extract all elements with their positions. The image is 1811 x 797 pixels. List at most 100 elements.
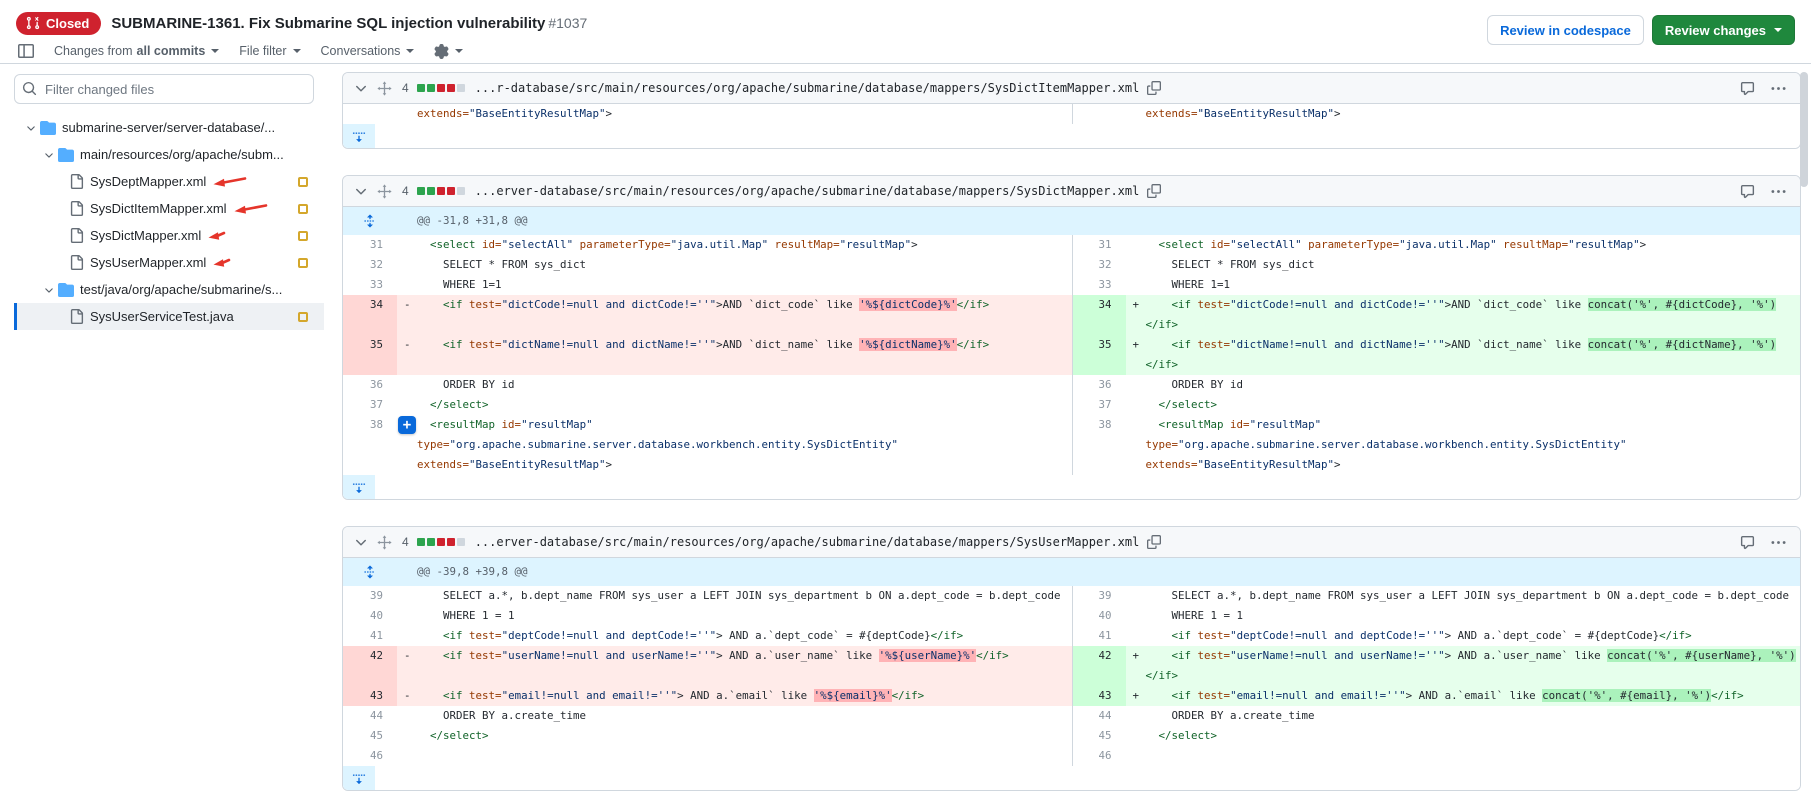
line-number[interactable]: [343, 104, 397, 124]
line-number[interactable]: 44: [343, 706, 397, 726]
tree-file-sysdeptmapper-xml[interactable]: SysDeptMapper.xml: [14, 168, 324, 195]
page-content: submarine-server/server-database/...main…: [0, 64, 1811, 797]
diffstat-square: [417, 187, 425, 195]
changes-from-dropdown[interactable]: Changes fromall commits: [54, 44, 219, 58]
line-number[interactable]: 41: [343, 626, 397, 646]
vertical-scrollbar[interactable]: [1800, 72, 1808, 187]
toggle-comments-button[interactable]: [1740, 81, 1755, 96]
tree-caret[interactable]: [23, 122, 38, 134]
file-filter-dropdown[interactable]: File filter: [239, 44, 300, 58]
search-icon: [22, 81, 37, 96]
expand-hunk-button[interactable]: [343, 207, 397, 235]
line-number[interactable]: 31: [1072, 235, 1126, 255]
line-number[interactable]: 34: [343, 295, 397, 335]
line-number[interactable]: 33: [1072, 275, 1126, 295]
line-number[interactable]: 42: [1072, 646, 1126, 686]
tree-file-sysdictitemmapper-xml[interactable]: SysDictItemMapper.xml: [14, 195, 324, 222]
conversations-dropdown[interactable]: Conversations: [321, 44, 415, 58]
review-changes-button[interactable]: Review changes: [1652, 15, 1795, 45]
line-number[interactable]: 40: [1072, 606, 1126, 626]
add-comment-button[interactable]: +: [398, 416, 416, 434]
diff-settings-gear-button[interactable]: [434, 44, 463, 59]
file-path-link[interactable]: ...erver-database/src/main/resources/org…: [475, 535, 1140, 549]
line-number[interactable]: 46: [343, 746, 397, 766]
line-number[interactable]: 37: [343, 395, 397, 415]
code-line: [1126, 746, 1801, 766]
drag-handle[interactable]: [377, 81, 392, 96]
collapse-file-button[interactable]: [353, 183, 369, 199]
expand-down-icon: [352, 771, 366, 785]
tree-caret[interactable]: [41, 284, 56, 296]
tree-file-sysdictmapper-xml[interactable]: SysDictMapper.xml: [14, 222, 324, 249]
expand-diff-button[interactable]: [343, 766, 375, 790]
file-icon-wrap: [69, 309, 84, 324]
line-number[interactable]: 45: [343, 726, 397, 746]
line-number[interactable]: 43: [1072, 686, 1126, 706]
chevron-down-icon: [353, 183, 369, 199]
file-diff-card: 4...r-database/src/main/resources/org/ap…: [342, 72, 1801, 149]
tree-folder-submarine-server-server-database[interactable]: submarine-server/server-database/...: [14, 114, 324, 141]
toggle-comments-button[interactable]: [1740, 184, 1755, 199]
copy-path-button[interactable]: [1147, 184, 1161, 198]
copy-path-button[interactable]: [1147, 81, 1161, 95]
collapse-file-button[interactable]: [353, 80, 369, 96]
file-options-kebab-button[interactable]: [1771, 535, 1786, 550]
line-number[interactable]: 42: [343, 646, 397, 686]
code-line: SELECT a.*, b.dept_name FROM sys_user a …: [1126, 586, 1801, 606]
diffstat-square: [437, 187, 445, 195]
line-number[interactable]: 46: [1072, 746, 1126, 766]
expand-hunk-button[interactable]: [343, 558, 397, 586]
line-number[interactable]: 45: [1072, 726, 1126, 746]
code-line: ORDER BY a.create_time: [397, 706, 1072, 726]
line-number[interactable]: 39: [343, 586, 397, 606]
copy-path-button[interactable]: [1147, 535, 1161, 549]
line-number[interactable]: 32: [1072, 255, 1126, 275]
line-number[interactable]: 40: [343, 606, 397, 626]
file-options-kebab-button[interactable]: [1771, 81, 1786, 96]
line-number[interactable]: 33: [343, 275, 397, 295]
pr-status-badge: Closed: [16, 12, 101, 35]
line-number[interactable]: 38: [343, 415, 397, 475]
expand-diff-button[interactable]: [343, 475, 375, 499]
copy-path-icon: [1147, 535, 1161, 549]
line-number[interactable]: 31: [343, 235, 397, 255]
code-line: - <if test="dictCode!=null and dictCode!…: [397, 295, 1072, 335]
line-number[interactable]: 39: [1072, 586, 1126, 606]
review-in-codespace-button[interactable]: Review in codespace: [1487, 15, 1644, 45]
drag-handle[interactable]: [377, 535, 392, 550]
tree-folder-test-java-org-apache-submarine-s[interactable]: test/java/org/apache/submarine/s...: [14, 276, 324, 303]
line-number[interactable]: 37: [1072, 395, 1126, 415]
tree-file-sysusermapper-xml[interactable]: SysUserMapper.xml: [14, 249, 324, 276]
file-path-link[interactable]: ...erver-database/src/main/resources/org…: [475, 184, 1140, 198]
line-number[interactable]: [1072, 104, 1126, 124]
line-number[interactable]: 35: [343, 335, 397, 375]
toggle-comments-button[interactable]: [1740, 535, 1755, 550]
diff-row: 32 SELECT * FROM sys_dict32 SELECT * FRO…: [343, 255, 1800, 275]
diffstat-square: [417, 84, 425, 92]
file-path-link[interactable]: ...r-database/src/main/resources/org/apa…: [475, 81, 1140, 95]
collapse-file-button[interactable]: [353, 534, 369, 550]
code-line: + <if test="userName!=null and userName!…: [1126, 646, 1801, 686]
code-line: WHERE 1=1: [397, 275, 1072, 295]
folder-icon: [58, 147, 74, 163]
file-filter-input[interactable]: [14, 74, 314, 104]
code-line: + <if test="dictCode!=null and dictCode!…: [1126, 295, 1801, 335]
file-tree-toggle-button[interactable]: [18, 43, 34, 59]
tree-file-sysuserservicetest-java[interactable]: SysUserServiceTest.java: [14, 303, 324, 330]
expand-diff-button[interactable]: [343, 124, 375, 148]
drag-handle[interactable]: [377, 184, 392, 199]
line-number[interactable]: 38: [1072, 415, 1126, 475]
line-number[interactable]: 43: [343, 686, 397, 706]
tree-folder-main-resources-org-apache-subm[interactable]: main/resources/org/apache/subm...: [14, 141, 324, 168]
line-number[interactable]: 36: [1072, 375, 1126, 395]
line-number[interactable]: 44: [1072, 706, 1126, 726]
diffstat-square: [457, 538, 465, 546]
line-number[interactable]: 32: [343, 255, 397, 275]
line-number[interactable]: 35: [1072, 335, 1126, 375]
file-options-kebab-button[interactable]: [1771, 184, 1786, 199]
code-line: <resultMap id="resultMap" type="org.apac…: [1126, 415, 1801, 475]
line-number[interactable]: 41: [1072, 626, 1126, 646]
line-number[interactable]: 36: [343, 375, 397, 395]
line-number[interactable]: 34: [1072, 295, 1126, 335]
tree-caret[interactable]: [41, 149, 56, 161]
